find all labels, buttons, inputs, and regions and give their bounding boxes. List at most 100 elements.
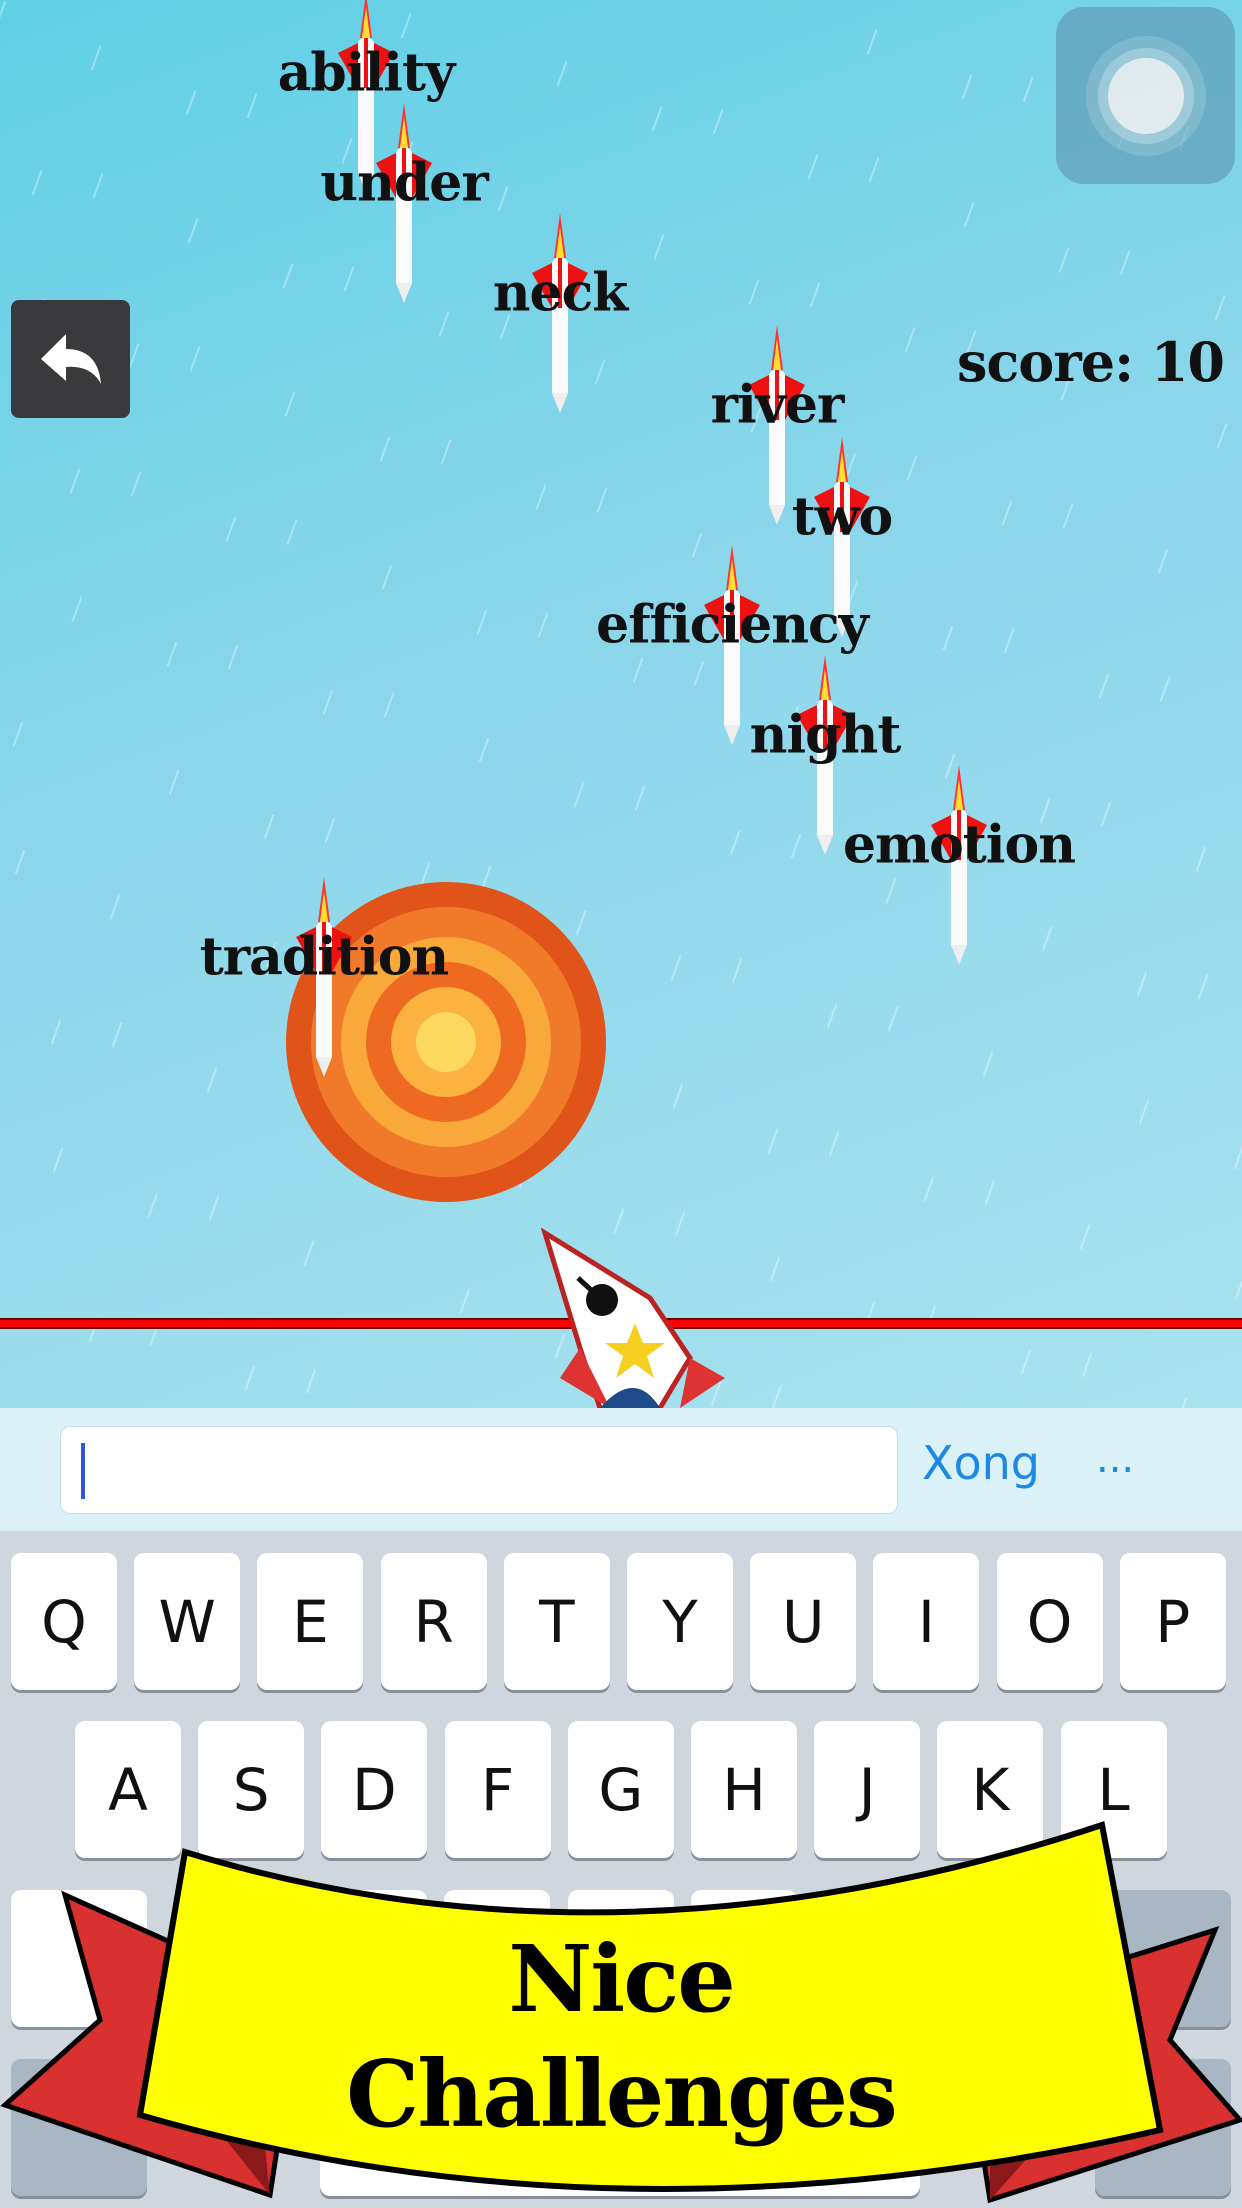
water-streak [573, 782, 585, 808]
water-streak [632, 657, 644, 683]
water-streak [71, 596, 83, 622]
water-streak [109, 894, 121, 920]
water-streak [1216, 423, 1228, 449]
key-o[interactable]: O [996, 1553, 1103, 1690]
water-streak [1138, 1099, 1150, 1125]
water-streak [826, 1003, 838, 1029]
water-streak [50, 1019, 62, 1045]
back-button[interactable] [11, 300, 130, 418]
water-streak [537, 612, 549, 638]
word-input[interactable] [60, 1426, 898, 1514]
water-streak [286, 519, 298, 545]
water-streak [653, 234, 665, 260]
undo-arrow-icon [40, 334, 101, 384]
water-streak [206, 1067, 218, 1093]
water-streak [1081, 1352, 1093, 1378]
water-streak [282, 263, 294, 289]
water-streak [556, 61, 568, 87]
falling-word: neck [492, 262, 629, 324]
water-streak [767, 1128, 779, 1154]
water-streak [1119, 250, 1131, 276]
key-w[interactable]: W [134, 1553, 241, 1690]
input-accessory-bar: Xong ... [0, 1408, 1242, 1531]
key-p[interactable]: P [1119, 1553, 1226, 1690]
water-streak [497, 186, 509, 212]
banner-line-2: Challenges [346, 2040, 898, 2148]
key-t[interactable]: T [503, 1553, 610, 1690]
water-streak [185, 90, 197, 116]
water-streak [244, 1365, 256, 1391]
water-streak [984, 1179, 996, 1205]
water-streak [1062, 503, 1074, 529]
water-streak [1195, 846, 1207, 872]
water-streak [634, 785, 646, 811]
water-streak [227, 644, 239, 670]
water-streak [130, 471, 142, 497]
water-streak [92, 173, 104, 199]
water-streak [828, 1131, 840, 1157]
water-streak [381, 564, 393, 590]
water-streak [343, 266, 355, 292]
water-streak [1041, 926, 1053, 952]
water-streak [166, 641, 178, 667]
water-streak [1001, 500, 1013, 526]
water-streak [1157, 548, 1169, 574]
water-streak [712, 109, 724, 135]
assistive-touch-button[interactable] [1056, 7, 1235, 184]
water-streak [187, 218, 199, 244]
more-button[interactable]: ... [1096, 1436, 1134, 1482]
water-streak [189, 346, 201, 372]
water-streak [670, 955, 682, 981]
water-streak [225, 516, 237, 542]
water-streak [1136, 971, 1148, 997]
falling-word: under [320, 152, 488, 214]
water-streak [400, 13, 412, 39]
key-u[interactable]: U [750, 1553, 857, 1690]
water-streak [69, 468, 81, 494]
water-streak [961, 74, 973, 100]
water-streak [866, 29, 878, 55]
water-streak [1003, 628, 1015, 654]
water-streak [982, 1051, 994, 1077]
player-rocket [540, 1228, 725, 1408]
water-streak [771, 1384, 783, 1408]
water-streak [14, 849, 26, 875]
water-streak [111, 1022, 123, 1048]
key-i[interactable]: I [873, 1553, 980, 1690]
water-streak [246, 93, 258, 119]
water-streak [383, 692, 395, 718]
water-streak [324, 817, 336, 843]
game-area: ability under neck river two efficiency night e… [0, 0, 1242, 1408]
done-button[interactable]: Xong [922, 1436, 1040, 1490]
water-streak [1020, 1349, 1032, 1375]
falling-word: efficiency [596, 594, 869, 656]
falling-word: night [749, 704, 902, 766]
water-streak [31, 170, 43, 196]
key-q[interactable]: Q [11, 1553, 117, 1690]
water-streak [731, 958, 743, 984]
key-y[interactable]: Y [627, 1553, 733, 1690]
water-streak [1058, 247, 1070, 273]
water-streak [1233, 1144, 1242, 1170]
score-label: score: 10 [957, 330, 1225, 394]
water-streak [379, 436, 391, 462]
key-r[interactable]: R [380, 1553, 487, 1690]
water-streak [1100, 801, 1112, 827]
water-streak [748, 279, 760, 305]
falling-word: emotion [842, 814, 1076, 876]
water-streak [1176, 1397, 1188, 1408]
water-streak [0, 0, 7, 26]
key-e[interactable]: E [257, 1553, 364, 1690]
water-streak [769, 1256, 781, 1282]
water-streak [476, 609, 488, 635]
text-caret [81, 1443, 85, 1499]
water-streak [147, 1192, 159, 1218]
water-streak [729, 830, 741, 856]
water-streak [596, 487, 608, 513]
water-streak [1235, 1272, 1242, 1298]
water-streak [303, 1240, 315, 1266]
water-streak [885, 878, 897, 904]
water-streak [322, 689, 334, 715]
water-streak [594, 359, 606, 385]
water-streak [478, 737, 490, 763]
